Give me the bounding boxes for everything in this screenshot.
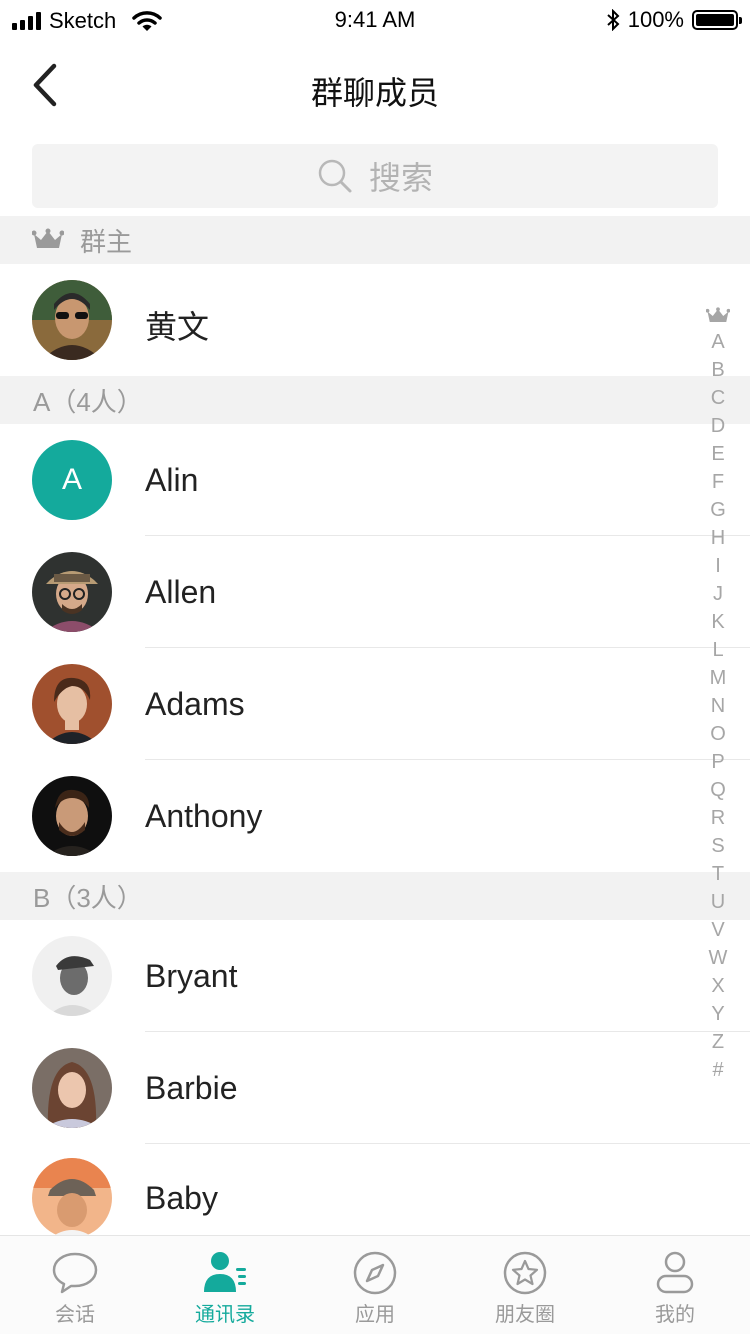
index-letter[interactable]: Q	[710, 776, 726, 804]
index-letter[interactable]: Y	[711, 1000, 724, 1028]
member-row[interactable]: Allen	[0, 536, 750, 648]
index-letter[interactable]: V	[711, 916, 724, 944]
member-name: 黄文	[145, 309, 210, 345]
index-letter[interactable]: O	[710, 720, 726, 748]
search-input[interactable]: 搜索	[32, 144, 718, 208]
avatar	[32, 280, 112, 360]
battery-icon	[692, 10, 742, 30]
tab-me[interactable]: 我的	[600, 1236, 750, 1334]
index-letter[interactable]: X	[711, 972, 724, 1000]
tab-apps[interactable]: 应用	[300, 1236, 450, 1334]
chat-bubble-icon	[52, 1252, 98, 1294]
index-letter[interactable]: Z	[712, 1028, 724, 1056]
search-icon	[318, 159, 352, 193]
tab-chat[interactable]: 会话	[0, 1236, 150, 1334]
tab-contacts[interactable]: 通讯录	[150, 1236, 300, 1334]
tab-moments[interactable]: 朋友圈	[450, 1236, 600, 1334]
member-row[interactable]: Barbie	[0, 1032, 750, 1144]
star-circle-icon	[503, 1251, 547, 1295]
profile-icon	[656, 1251, 694, 1294]
crown-icon	[32, 228, 64, 248]
index-letter[interactable]: T	[712, 860, 724, 888]
tab-label: 我的	[655, 1304, 695, 1326]
status-bar: Sketch 9:41 AM 100%	[0, 0, 750, 40]
member-name: Anthony	[145, 798, 263, 834]
member-row-owner[interactable]: 黄文	[0, 264, 750, 376]
member-name: Allen	[145, 574, 217, 610]
member-row[interactable]: Bryant	[0, 920, 750, 1032]
index-letter[interactable]: C	[711, 384, 725, 412]
index-letter[interactable]: W	[709, 944, 728, 972]
index-letter[interactable]: J	[713, 580, 723, 608]
index-letter[interactable]: L	[712, 636, 723, 664]
contacts-icon	[204, 1252, 246, 1292]
member-name: Barbie	[145, 1070, 238, 1106]
page-title: 群聊成员	[310, 75, 439, 111]
section-header-b: B（3人）	[0, 872, 750, 920]
index-letter[interactable]: D	[711, 412, 725, 440]
member-name: Baby	[145, 1180, 218, 1216]
index-letter[interactable]: #	[712, 1056, 723, 1084]
index-letter[interactable]: A	[711, 328, 724, 356]
index-letter[interactable]: P	[711, 748, 724, 776]
tab-bar: 会话 通讯录 应用 朋友圈 我的	[0, 1235, 750, 1334]
index-letter[interactable]: B	[711, 356, 724, 384]
index-letter[interactable]: R	[711, 804, 725, 832]
index-letter[interactable]: E	[711, 440, 724, 468]
section-header-a: A（4人）	[0, 376, 750, 424]
avatar	[32, 936, 112, 1016]
section-label: A（4人）	[33, 386, 143, 417]
member-name: Alin	[145, 462, 199, 498]
index-letter[interactable]: M	[710, 664, 727, 692]
index-letter[interactable]: K	[711, 608, 724, 636]
index-letter[interactable]: H	[711, 524, 725, 552]
battery-percent: 100%	[627, 7, 684, 32]
index-letter[interactable]: F	[712, 468, 724, 496]
section-header-owner: 群主	[0, 216, 750, 264]
crown-icon[interactable]	[706, 306, 730, 326]
member-row[interactable]: A Alin	[0, 424, 750, 536]
avatar	[32, 1158, 112, 1238]
member-name: Adams	[145, 686, 245, 722]
avatar	[32, 776, 112, 856]
avatar: A	[32, 440, 112, 520]
member-row[interactable]: Anthony	[0, 760, 750, 872]
compass-icon	[353, 1251, 397, 1295]
nav-bar: 群聊成员	[0, 40, 750, 130]
section-label: B（3人）	[33, 882, 143, 913]
index-letter[interactable]: S	[711, 832, 724, 860]
index-letter[interactable]: G	[710, 496, 726, 524]
tab-label: 会话	[55, 1304, 95, 1326]
avatar	[32, 552, 112, 632]
member-row[interactable]: Adams	[0, 648, 750, 760]
index-letter[interactable]: U	[711, 888, 725, 916]
index-letter[interactable]: I	[715, 552, 721, 580]
tab-label: 通讯录	[195, 1304, 255, 1326]
tab-label: 应用	[355, 1304, 395, 1326]
section-label: 群主	[80, 226, 133, 257]
member-name: Bryant	[145, 958, 238, 994]
search-placeholder: 搜索	[368, 160, 433, 196]
bluetooth-icon	[607, 9, 620, 31]
alphabet-index[interactable]: A B C D E F G H I J K L M N O P Q R S T U V W X Y Z #	[706, 306, 730, 1084]
avatar	[32, 664, 112, 744]
tab-label: 朋友圈	[495, 1304, 555, 1326]
avatar	[32, 1048, 112, 1128]
index-letter[interactable]: N	[711, 692, 725, 720]
